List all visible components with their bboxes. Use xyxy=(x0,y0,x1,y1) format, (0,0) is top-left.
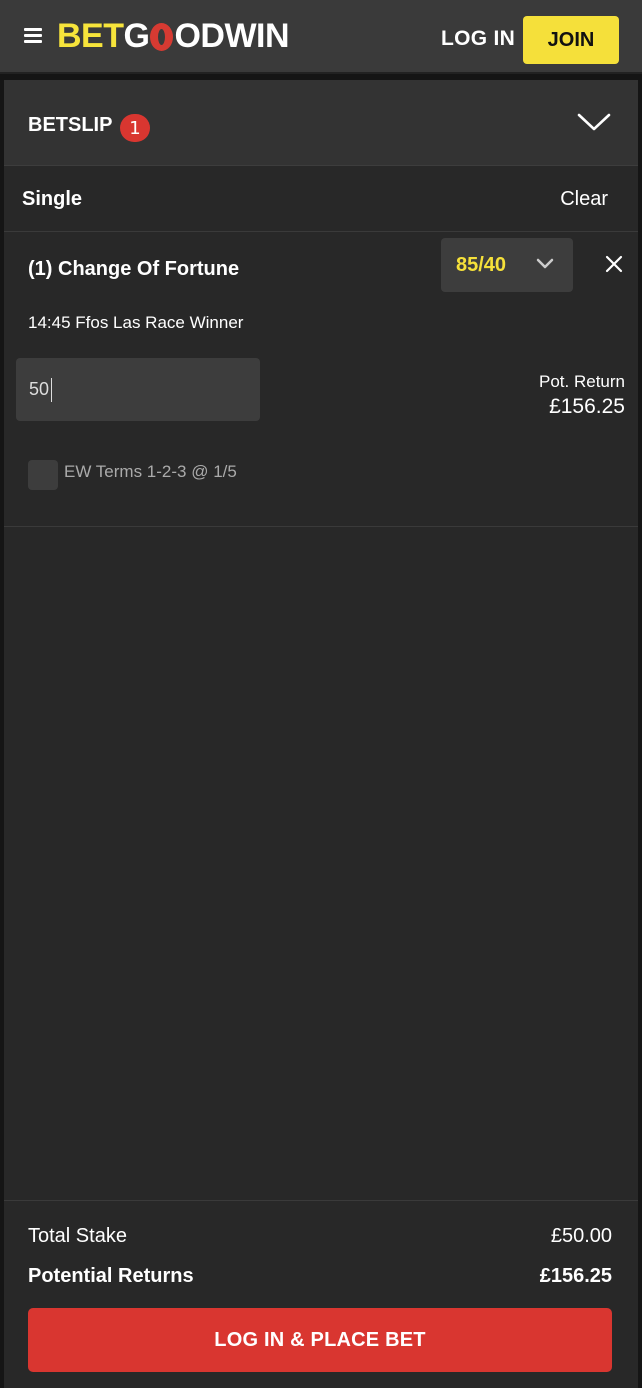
bet-type-label: Single xyxy=(22,188,83,210)
menu-line xyxy=(24,28,42,31)
chevron-down-icon[interactable] xyxy=(576,110,612,134)
betslip-header[interactable]: BETSLIP 1 xyxy=(4,80,638,166)
betgoodwin-logo[interactable]: BET G ODWIN xyxy=(57,16,290,56)
betslip-title: BETSLIP xyxy=(28,114,113,136)
login-link[interactable]: LOG IN xyxy=(441,27,515,51)
betslip-footer: Total Stake £50.00 Potential Returns £15… xyxy=(4,1200,638,1388)
clear-button[interactable]: Clear xyxy=(560,188,608,211)
chevron-down-icon xyxy=(536,258,554,269)
login-place-bet-button[interactable]: LOG IN & PLACE BET xyxy=(28,1308,612,1372)
selection-name: (1) Change Of Fortune xyxy=(28,258,240,280)
betslip-panel: BETSLIP 1 Single Clear (1) Change Of For… xyxy=(4,80,638,1388)
logo-odwin-text: ODWIN xyxy=(174,16,290,55)
total-stake-label: Total Stake xyxy=(28,1225,127,1247)
potential-returns-value: £156.25 xyxy=(539,1265,612,1287)
logo-red-o-icon xyxy=(150,23,174,51)
hamburger-menu-icon[interactable] xyxy=(24,26,42,43)
close-icon[interactable] xyxy=(604,254,624,274)
selection-market: 14:45 Ffos Las Race Winner xyxy=(28,313,244,332)
logo-bet-text: BET xyxy=(57,16,124,55)
bet-type-row: Single Clear xyxy=(4,166,638,232)
each-way-checkbox[interactable] xyxy=(28,460,58,490)
logo-g-text: G xyxy=(123,16,150,55)
potential-returns-label: Potential Returns xyxy=(28,1265,194,1287)
pot-return-value: £156.25 xyxy=(549,395,625,418)
odds-dropdown[interactable]: 85/40 xyxy=(441,238,573,292)
menu-line xyxy=(24,40,42,43)
odds-value: 85/40 xyxy=(456,254,507,276)
top-header: BET G ODWIN LOG IN JOIN xyxy=(0,0,642,74)
selection-count-badge: 1 xyxy=(120,114,150,142)
menu-line xyxy=(24,34,42,37)
total-stake-value: £50.00 xyxy=(550,1225,612,1247)
pot-return-label: Pot. Return xyxy=(539,372,625,391)
each-way-terms-label: EW Terms 1-2-3 @ 1/5 xyxy=(64,462,237,481)
stake-input[interactable] xyxy=(16,358,260,421)
join-button[interactable]: JOIN xyxy=(523,16,619,64)
text-caret xyxy=(51,378,52,402)
bet-selection: (1) Change Of Fortune 85/40 14:45 Ffos L… xyxy=(4,232,638,527)
